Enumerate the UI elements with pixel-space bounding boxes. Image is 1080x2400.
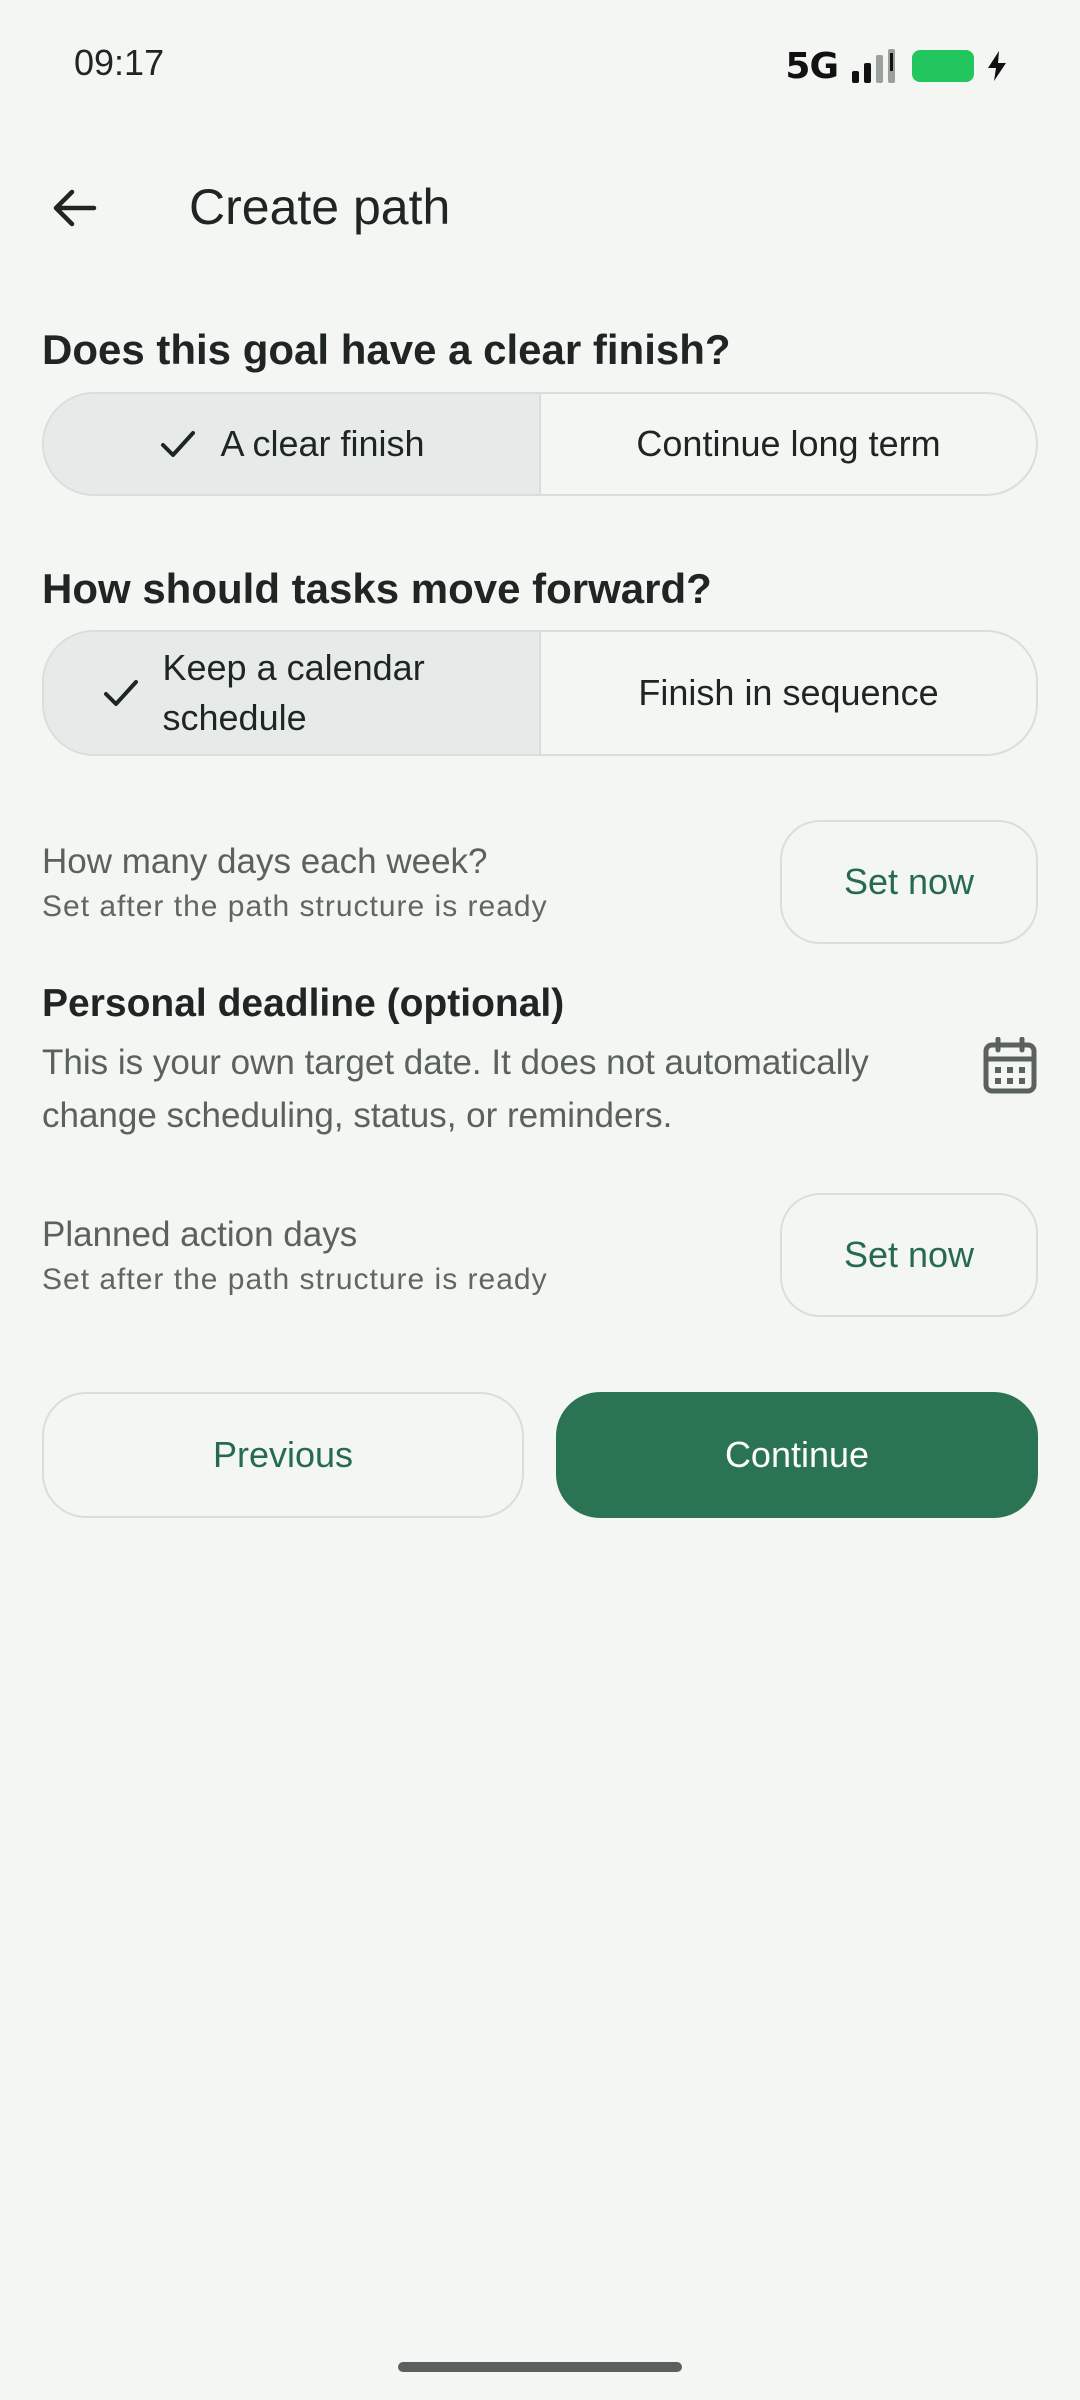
back-button[interactable] — [34, 168, 114, 248]
page-title: Create path — [189, 179, 451, 235]
option-calendar-schedule[interactable]: Keep a calendar schedule — [44, 632, 539, 754]
finish-segmented-control: A clear finish Continue long term — [42, 392, 1038, 496]
battery-charging-icon — [912, 50, 974, 82]
option-label: Keep a calendar schedule — [162, 647, 425, 738]
option-continue-long-term[interactable]: Continue long term — [539, 394, 1036, 494]
calendar-icon — [983, 1037, 1037, 1094]
network-type: 5G — [785, 45, 839, 87]
status-icons: 5G — [785, 44, 1008, 88]
action-days-row: Planned action days Set after the path s… — [42, 1193, 1038, 1317]
option-finish-in-sequence[interactable]: Finish in sequence — [539, 632, 1036, 754]
arrow-left-icon — [53, 189, 97, 227]
option-label: Continue long term — [636, 423, 941, 464]
set-action-days-button[interactable]: Set now — [780, 1193, 1038, 1317]
charging-bolt-icon — [988, 51, 1006, 81]
signal-icon — [852, 49, 895, 83]
option-clear-finish[interactable]: A clear finish — [44, 394, 539, 494]
deadline-title: Personal deadline (optional) — [42, 982, 565, 1025]
home-indicator[interactable] — [398, 2362, 682, 2372]
create-path-screen: 09:17 5G Create path Does this goal have… — [0, 0, 1080, 2400]
check-icon — [161, 431, 196, 457]
finish-question-heading: Does this goal have a clear finish? — [42, 326, 731, 373]
action-days-subtitle: Set after the path structure is ready — [42, 1263, 548, 1296]
action-days-title: Planned action days — [42, 1215, 358, 1254]
status-bar: 09:17 5G — [0, 0, 1080, 130]
previous-button[interactable]: Previous — [42, 1392, 524, 1518]
deadline-description: This is your own target date. It does no… — [42, 1043, 869, 1135]
set-days-per-week-button[interactable]: Set now — [780, 820, 1038, 944]
tasks-question-heading: How should tasks move forward? — [42, 565, 712, 612]
check-icon — [103, 680, 138, 706]
option-label: A clear finish — [220, 423, 425, 464]
option-label: Finish in sequence — [638, 672, 939, 713]
tasks-segmented-control: Keep a calendar schedule Finish in seque… — [42, 630, 1038, 756]
days-per-week-title: How many days each week? — [42, 842, 488, 881]
days-per-week-row: How many days each week? Set after the p… — [42, 820, 1038, 944]
days-per-week-subtitle: Set after the path structure is ready — [42, 890, 548, 923]
status-time: 09:17 — [74, 42, 165, 83]
continue-button[interactable]: Continue — [556, 1392, 1038, 1518]
deadline-calendar-button[interactable] — [966, 1022, 1054, 1110]
